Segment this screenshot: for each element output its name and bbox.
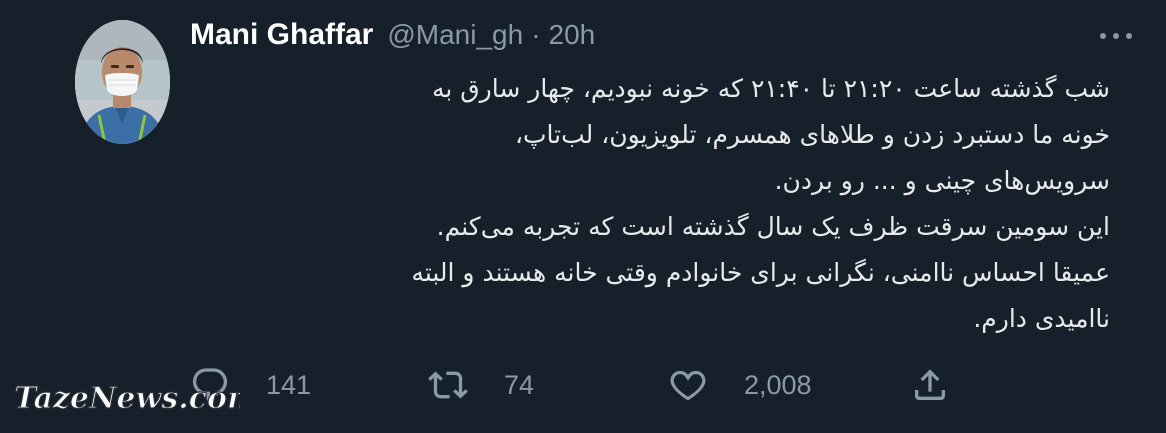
watermark-logo: TazeNews.com bbox=[8, 374, 259, 422]
share-button[interactable] bbox=[910, 360, 950, 410]
retweet-button[interactable]: 74 bbox=[428, 360, 534, 410]
tweet-text-line: خونه ما دستبرد زدن و طلاهای همسرم، تلویز… bbox=[514, 120, 1110, 149]
tweet-text-line: این سومین سرقت ظرف یک سال گذشته است که ت… bbox=[436, 212, 1110, 241]
tweet-text-line: شب گذشته ساعت ۲۱:۲۰ تا ۲۱:۴۰ که خونه نبو… bbox=[431, 74, 1110, 103]
display-name[interactable]: Mani Ghaffar bbox=[190, 18, 373, 52]
svg-text:TazeNews.com: TazeNews.com bbox=[14, 381, 240, 416]
retweet-count: 74 bbox=[504, 369, 535, 400]
retweet-icon bbox=[428, 365, 468, 405]
like-button[interactable]: 2,008 bbox=[668, 360, 812, 410]
more-options-icon[interactable] bbox=[1098, 26, 1134, 46]
avatar[interactable] bbox=[75, 20, 170, 144]
user-handle[interactable]: @Mani_gh bbox=[387, 19, 523, 51]
separator-dot: · bbox=[531, 19, 541, 50]
heart-icon bbox=[668, 365, 708, 405]
tweet-text-line: ناامیدی دارم. bbox=[973, 304, 1110, 333]
tweet-text-line: سرویس‌های چینی و ... رو بردن. bbox=[774, 166, 1110, 195]
timestamp[interactable]: 20h bbox=[549, 19, 596, 51]
reply-count: 141 bbox=[266, 369, 312, 400]
tweet-actions: 141 74 2,008 bbox=[190, 360, 970, 410]
share-icon bbox=[910, 365, 950, 405]
tweet-header: Mani Ghaffar @Mani_gh · 20h bbox=[190, 18, 595, 52]
tweet-text-line: عمیقا احساس ناامنی، نگرانی برای خانوادم … bbox=[411, 258, 1110, 287]
tweet-card: Mani Ghaffar @Mani_gh · 20h شب گذشته ساع… bbox=[0, 0, 1166, 433]
avatar-photo bbox=[75, 20, 170, 144]
tweet-text: شب گذشته ساعت ۲۱:۲۰ تا ۲۱:۴۰ که خونه نبو… bbox=[190, 66, 1110, 342]
like-count: 2,008 bbox=[744, 369, 812, 400]
